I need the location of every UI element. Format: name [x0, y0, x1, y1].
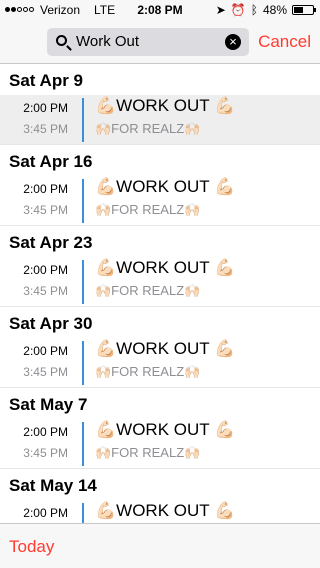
row-divider: [0, 144, 320, 145]
event-row[interactable]: 2:00 PM 3:45 PM 💪🏻WORK OUT 💪🏻 🙌🏻FOR REALZ🙌🏻: [0, 257, 320, 307]
date-section-header: Sat May 7: [0, 388, 320, 419]
event-note: 🙌🏻FOR REALZ🙌🏻: [95, 364, 201, 379]
event-row[interactable]: 2:00 PM 3:45 PM 💪🏻WORK OUT 💪🏻 🙌🏻FOR REALZ🙌🏻: [0, 419, 320, 469]
date-section-header: Sat Apr 30: [0, 307, 320, 338]
calendar-color-bar: [82, 179, 84, 223]
battery-percent: 48%: [262, 3, 287, 17]
calendar-color-bar: [82, 422, 84, 466]
event-row[interactable]: 2:00 PM 💪🏻WORK OUT 💪🏻: [0, 500, 320, 523]
event-end-time: 3:45 PM: [23, 122, 68, 136]
calendar-color-bar: [82, 503, 84, 523]
event-title: 💪🏻WORK OUT 💪🏻: [95, 258, 236, 277]
event-start-time: 2:00 PM: [23, 506, 68, 520]
event-note: 🙌🏻FOR REALZ🙌🏻: [95, 202, 201, 217]
event-title: 💪🏻WORK OUT 💪🏻: [95, 501, 236, 520]
date-section-header: Sat Apr 16: [0, 145, 320, 176]
calendar-color-bar: [82, 341, 84, 385]
search-input[interactable]: Work Out: [76, 33, 139, 50]
event-row[interactable]: 2:00 PM 3:45 PM 💪🏻WORK OUT 💪🏻 🙌🏻FOR REALZ🙌🏻: [0, 338, 320, 388]
search-icon: [56, 35, 67, 46]
search-field[interactable]: Work Out ×: [47, 28, 249, 56]
event-row[interactable]: 2:00 PM 3:45 PM 💪🏻WORK OUT 💪🏻 🙌🏻FOR REALZ🙌🏻: [0, 176, 320, 226]
battery-level: [294, 7, 303, 13]
search-bar: Work Out × Cancel: [0, 20, 320, 64]
date-section-header: Sat Apr 23: [0, 226, 320, 257]
bottom-toolbar: Today: [0, 523, 320, 568]
event-end-time: 3:45 PM: [23, 284, 68, 298]
event-title: 💪🏻WORK OUT 💪🏻: [95, 339, 236, 358]
event-note: 🙌🏻FOR REALZ🙌🏻: [95, 445, 201, 460]
event-start-time: 2:00 PM: [23, 182, 68, 196]
row-divider: [0, 468, 320, 469]
event-start-time: 2:00 PM: [23, 344, 68, 358]
date-section-header: Sat May 14: [0, 469, 320, 500]
cancel-button[interactable]: Cancel: [258, 32, 311, 52]
event-note: 🙌🏻FOR REALZ🙌🏻: [95, 121, 201, 136]
event-note: 🙌🏻FOR REALZ🙌🏻: [95, 283, 201, 298]
battery-icon: [292, 5, 316, 15]
event-end-time: 3:45 PM: [23, 203, 68, 217]
row-divider: [0, 387, 320, 388]
bluetooth-icon: ᛒ: [250, 3, 258, 17]
clear-search-icon[interactable]: ×: [225, 34, 241, 50]
event-start-time: 2:00 PM: [23, 101, 68, 115]
row-divider: [0, 225, 320, 226]
event-start-time: 2:00 PM: [23, 425, 68, 439]
event-row[interactable]: 2:00 PM 3:45 PM 💪🏻WORK OUT 💪🏻 🙌🏻FOR REALZ🙌🏻: [0, 95, 320, 145]
event-title: 💪🏻WORK OUT 💪🏻: [95, 96, 236, 115]
status-icons: ➤ ⏰ ᛒ 48%: [215, 3, 316, 17]
alarm-clock-icon: ⏰: [230, 3, 246, 17]
status-bar: Verizon LTE 2:08 PM ➤ ⏰ ᛒ 48%: [0, 0, 320, 20]
event-title: 💪🏻WORK OUT 💪🏻: [95, 177, 236, 196]
event-end-time: 3:45 PM: [23, 365, 68, 379]
today-button[interactable]: Today: [9, 537, 54, 557]
row-divider: [0, 306, 320, 307]
date-section-header: Sat Apr 9: [0, 64, 320, 95]
search-results-list[interactable]: Sat Apr 9 2:00 PM 3:45 PM 💪🏻WORK OUT 💪🏻 🙌🏻FO…: [0, 64, 320, 523]
location-arrow-icon: ➤: [215, 3, 226, 17]
calendar-color-bar: [82, 98, 84, 142]
calendar-color-bar: [82, 260, 84, 304]
event-title: 💪🏻WORK OUT 💪🏻: [95, 420, 236, 439]
event-start-time: 2:00 PM: [23, 263, 68, 277]
event-end-time: 3:45 PM: [23, 446, 68, 460]
